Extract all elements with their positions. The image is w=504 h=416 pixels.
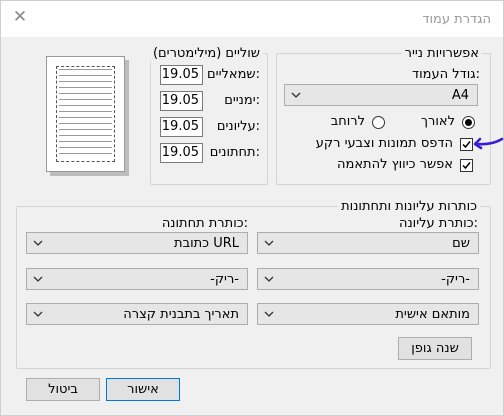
header-select-3-value: מותאם אישית	[395, 307, 470, 322]
portrait-radio[interactable]	[462, 116, 475, 129]
preview-text-lines	[59, 69, 112, 159]
landscape-radio[interactable]	[372, 116, 385, 129]
shrink-to-fit-checkbox[interactable]	[460, 159, 473, 172]
change-font-button[interactable]: שנה גופן	[398, 337, 472, 360]
footer-select-1-value: כתובת URL	[174, 236, 239, 251]
footer-select-1[interactable]: כתובת URL	[26, 232, 248, 254]
page-size-select[interactable]: A4	[284, 84, 478, 106]
chevron-down-icon	[264, 276, 274, 282]
headers-footers-legend: כותרות עליונות ותחתונות	[338, 199, 480, 214]
header-select-1-value: שם	[452, 236, 470, 251]
bottom-margin-input[interactable]: 19.05	[160, 143, 203, 163]
left-margin-label: שמאליים:	[207, 67, 260, 82]
header-label: כותרת עליונה:	[398, 216, 478, 231]
chevron-down-icon	[33, 311, 43, 317]
footer-label: כותרת תחתונה:	[161, 216, 248, 231]
shrink-to-fit-label: אפשר כיווץ להתאמה	[337, 157, 453, 172]
footer-select-3[interactable]: תאריך בתבנית קצרה	[26, 303, 248, 325]
checkmark-icon	[462, 162, 471, 170]
annotation-arrow-icon	[473, 137, 504, 150]
portrait-label: לאורך	[421, 114, 455, 129]
chevron-down-icon	[291, 92, 301, 98]
bottom-margin-label: תחתונים:	[209, 145, 260, 160]
print-background-label: הדפס תמונות וצבעי רקע	[315, 136, 453, 151]
page-preview	[46, 56, 125, 172]
chevron-down-icon	[33, 240, 43, 246]
header-select-1[interactable]: שם	[257, 232, 479, 254]
page-size-value: A4	[451, 88, 469, 103]
close-icon[interactable]: ✕	[12, 9, 28, 26]
checkmark-icon	[462, 141, 471, 149]
paper-options-legend: אפשרויות נייר	[401, 46, 482, 61]
page-size-label: גודל העמוד:	[411, 67, 480, 82]
chevron-down-icon	[33, 276, 43, 282]
page-setup-dialog: הגדרת עמוד ✕ אפשרויות נייר גודל העמוד: A…	[0, 0, 504, 416]
margins-legend: שוליים (מילימטרים)	[149, 46, 263, 61]
chevron-down-icon	[264, 311, 274, 317]
footer-select-2-value: -ריק-	[210, 272, 239, 287]
top-margin-input[interactable]: 19.05	[160, 117, 203, 137]
cancel-button[interactable]: ביטול	[26, 378, 100, 401]
header-select-2[interactable]: -ריק-	[257, 268, 479, 290]
footer-select-3-value: תאריך בתבנית קצרה	[123, 307, 239, 322]
header-select-3[interactable]: מותאם אישית	[257, 303, 479, 325]
window-title: הגדרת עמוד	[422, 12, 491, 27]
right-margin-input[interactable]: 19.05	[160, 91, 203, 111]
top-margin-label: עליונים:	[216, 119, 260, 134]
footer-select-2[interactable]: -ריק-	[26, 268, 248, 290]
chevron-down-icon	[264, 240, 274, 246]
right-margin-label: ימניים:	[224, 93, 260, 108]
header-select-2-value: -ריק-	[441, 272, 470, 287]
ok-button[interactable]: אישור	[106, 378, 180, 401]
landscape-label: לרוחב	[330, 114, 365, 129]
title-bar: הגדרת עמוד ✕	[1, 1, 503, 37]
left-margin-input[interactable]: 19.05	[160, 65, 203, 85]
